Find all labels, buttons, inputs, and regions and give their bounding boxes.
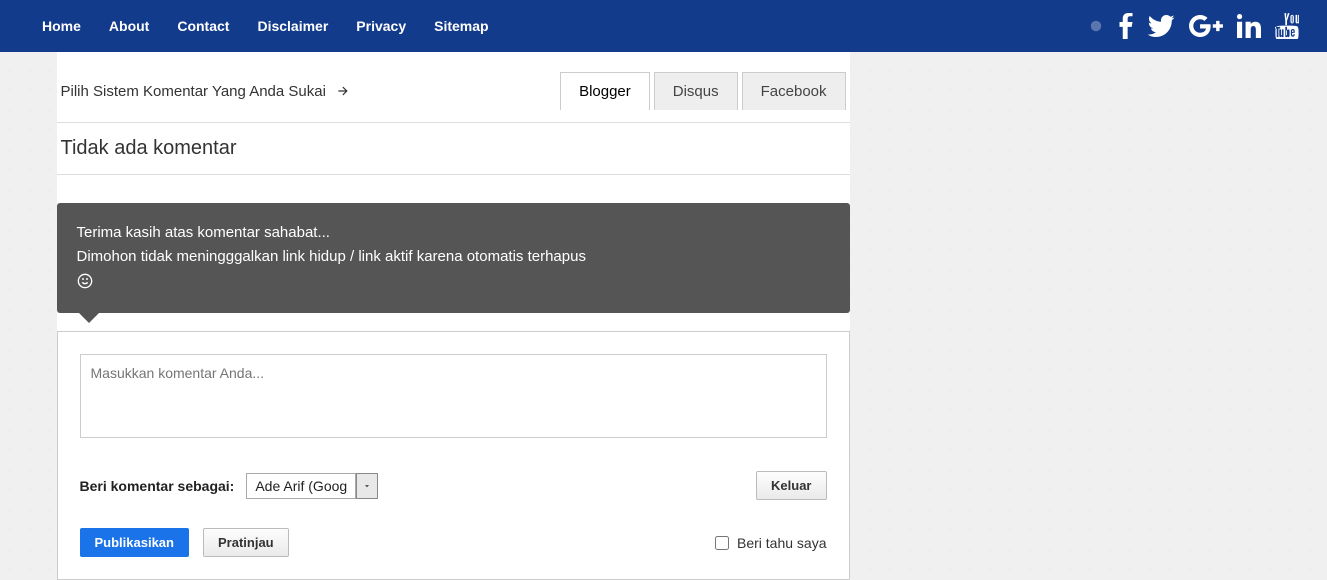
notice-line-2: Dimohon tidak meningggalkan link hidup /…: [77, 245, 830, 269]
comment-notice: Terima kasih atas komentar sahabat... Di…: [57, 203, 850, 313]
comment-as-value: Ade Arif (Goog: [246, 473, 356, 499]
comment-form: Beri komentar sebagai: Ade Arif (Goog Ke…: [57, 331, 850, 580]
tab-blogger[interactable]: Blogger: [560, 72, 650, 110]
notify-me-checkbox[interactable]: Beri tahu saya: [715, 535, 827, 551]
social-icons: [1087, 13, 1299, 39]
bug-icon: [1087, 17, 1105, 35]
nav-disclaimer[interactable]: Disclaimer: [243, 8, 342, 44]
nav-contact[interactable]: Contact: [163, 8, 243, 44]
notify-label: Beri tahu saya: [737, 535, 827, 551]
arrow-right-icon: [336, 84, 350, 98]
main-nav: Home About Contact Disclaimer Privacy Si…: [28, 8, 503, 44]
youtube-icon[interactable]: [1275, 13, 1299, 39]
top-nav-bar: Home About Contact Disclaimer Privacy Si…: [0, 0, 1327, 52]
notify-checkbox-input[interactable]: [715, 536, 729, 550]
googleplus-icon[interactable]: [1189, 15, 1223, 37]
publish-button[interactable]: Publikasikan: [80, 528, 189, 557]
facebook-icon[interactable]: [1119, 13, 1133, 39]
notice-line-1: Terima kasih atas komentar sahabat...: [77, 221, 830, 245]
comment-textarea[interactable]: [80, 354, 827, 438]
nav-privacy[interactable]: Privacy: [342, 8, 420, 44]
nav-about[interactable]: About: [95, 8, 163, 44]
logout-button[interactable]: Keluar: [756, 471, 826, 500]
linkedin-icon[interactable]: [1237, 14, 1261, 38]
comment-as-select[interactable]: Ade Arif (Goog: [246, 473, 378, 499]
chevron-down-icon[interactable]: [356, 473, 378, 499]
comment-section: Pilih Sistem Komentar Yang Anda Sukai Bl…: [57, 52, 850, 580]
no-comments-heading: Tidak ada komentar: [57, 137, 850, 175]
tab-disqus[interactable]: Disqus: [654, 72, 738, 110]
nav-home[interactable]: Home: [28, 8, 95, 44]
tab-facebook[interactable]: Facebook: [742, 72, 846, 110]
preview-button[interactable]: Pratinjau: [203, 528, 289, 557]
comment-as-label: Beri komentar sebagai:: [80, 478, 235, 494]
comment-tabs: Blogger Disqus Facebook: [560, 72, 845, 110]
comment-system-picker-label: Pilih Sistem Komentar Yang Anda Sukai: [61, 83, 350, 100]
nav-sitemap[interactable]: Sitemap: [420, 8, 502, 44]
twitter-icon[interactable]: [1147, 15, 1175, 37]
smile-icon: [77, 273, 93, 297]
